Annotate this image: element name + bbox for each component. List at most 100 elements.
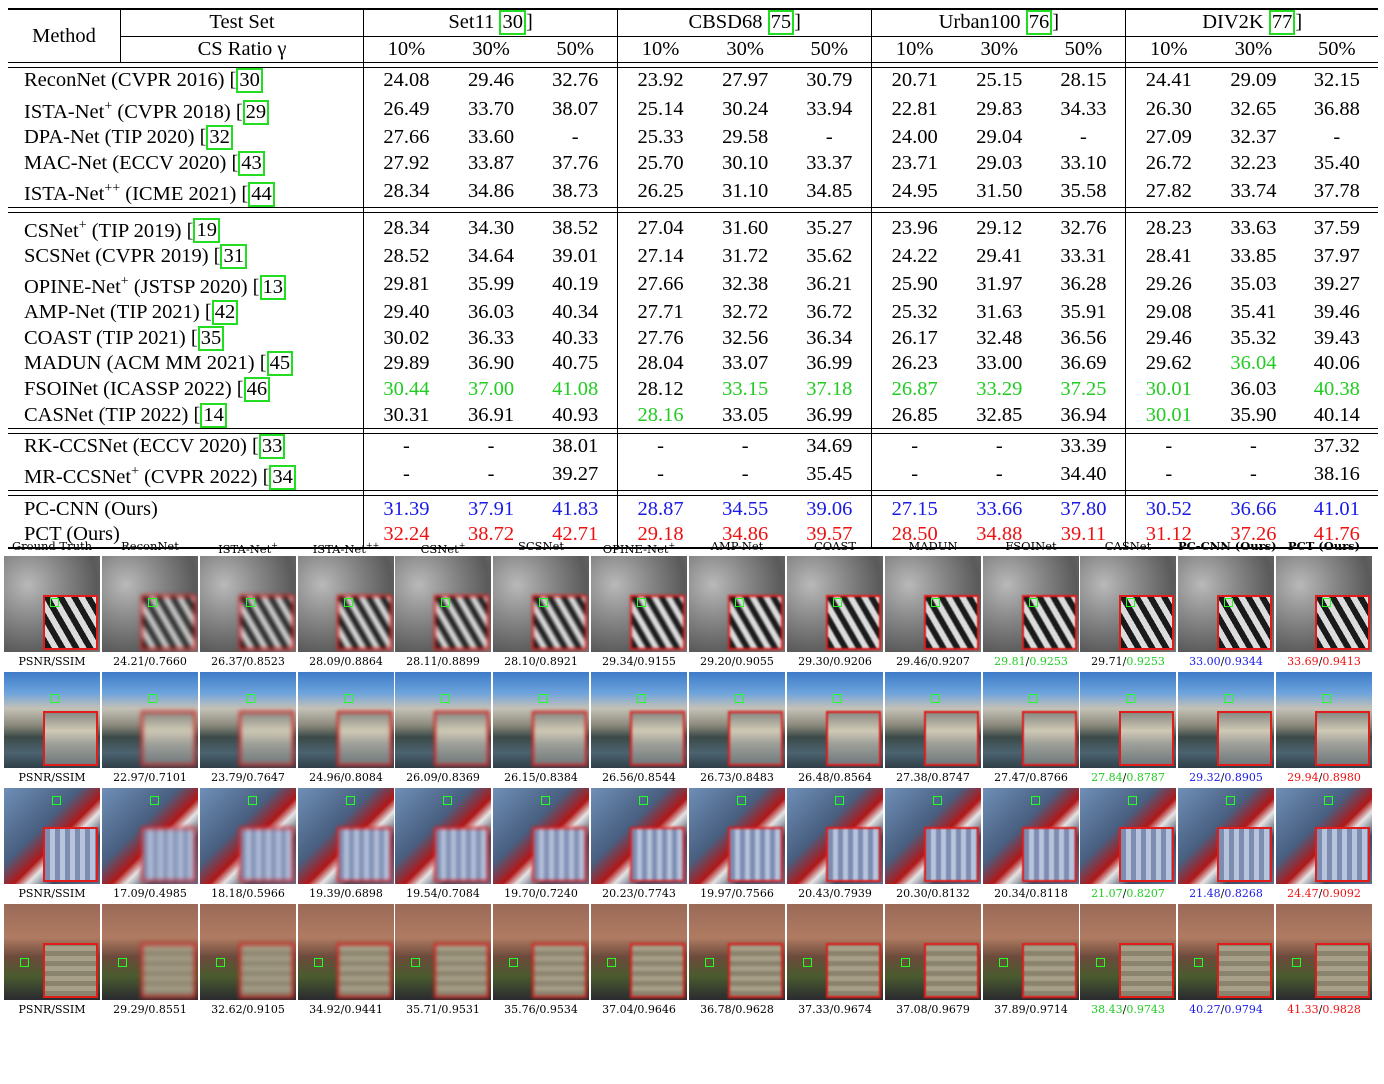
metric-value: 41.33/0.9828 — [1276, 1000, 1372, 1020]
value-text: 38.07 — [552, 97, 599, 120]
ratio-cell: 50% — [787, 36, 871, 63]
value-text: - — [1249, 463, 1257, 486]
citation-ref[interactable]: 14 — [200, 402, 227, 428]
citation-ref[interactable]: 29 — [242, 99, 270, 125]
method-caption: AMP-Net — [689, 536, 785, 556]
citation-ref[interactable]: 45 — [266, 351, 294, 377]
value-text: 37.78 — [1313, 179, 1360, 202]
metric-value: 20.23/0.7743 — [591, 884, 687, 904]
citation-ref[interactable]: 30 — [499, 10, 526, 36]
psnr-value: 24.47 — [1287, 887, 1319, 900]
ratio-text: 30% — [472, 37, 510, 60]
value-text: 24.41 — [1145, 69, 1192, 92]
ssim-value: 0.7240 — [539, 887, 578, 900]
value-cell: 36.03 — [1211, 377, 1295, 403]
zoom-inset — [728, 711, 783, 766]
value-cell: 35.62 — [787, 243, 871, 269]
value-text: 29.40 — [383, 301, 430, 324]
value-cell: 26.85 — [871, 402, 958, 429]
citation-ref[interactable]: 46 — [243, 376, 271, 402]
ssim-value: 0.9714 — [1029, 1003, 1068, 1016]
value-cell: 40.14 — [1296, 402, 1378, 428]
caption-text: OPINE-Net — [602, 541, 669, 556]
method-label: RK-CCSNet (ECCV 2020) [ — [24, 435, 259, 458]
citation-ref[interactable]: 43 — [238, 150, 265, 176]
value-text: 40.33 — [552, 326, 599, 349]
method-name: ReconNet (CVPR 2016) [30 — [8, 68, 364, 94]
value-text: 35.32 — [1230, 326, 1277, 349]
citation-ref[interactable]: 13 — [259, 274, 287, 300]
psnr-value: 29.81 — [994, 655, 1026, 668]
value-cell: - — [617, 433, 703, 460]
citation-ref[interactable]: 30 — [236, 68, 263, 94]
ssim-value: 0.8084 — [344, 771, 383, 784]
metric-value: 32.62/0.9105 — [200, 1000, 296, 1020]
citation-ref[interactable]: 35 — [197, 325, 225, 351]
value-text: 33.15 — [722, 377, 769, 400]
psnr-value: 40.27 — [1189, 1003, 1221, 1016]
ssim-value: 0.9092 — [1322, 887, 1361, 900]
value-text: 36.69 — [1060, 352, 1107, 375]
value-cell: - — [449, 459, 533, 490]
citation-ref[interactable]: 76 — [1025, 10, 1053, 36]
psnr-value: 19.97 — [700, 887, 732, 900]
roi-marker — [148, 694, 157, 703]
zoom-inset — [434, 711, 489, 766]
value-cell: 38.52 — [533, 212, 617, 243]
citation-ref[interactable]: 75 — [767, 10, 795, 36]
value-text: 31.63 — [976, 301, 1023, 324]
value-text: - — [571, 125, 579, 148]
method-venue: (CVPR 2022) [ — [138, 466, 270, 489]
citation-ref[interactable]: 33 — [258, 434, 286, 460]
value-text: 33.63 — [1230, 216, 1277, 239]
roi-marker — [344, 598, 353, 607]
image-tile — [689, 672, 785, 768]
table-row: ISTA-Net+ (CVPR 2018) [29 26.49 33.70 38.07… — [8, 93, 1378, 125]
psnr-value: 36.78 — [700, 1003, 732, 1016]
value-cell: 30.44 — [363, 376, 449, 403]
citation-ref[interactable]: 32 — [206, 124, 233, 150]
ssim-value: 0.8551 — [148, 1003, 187, 1016]
value-cell: 36.94 — [1041, 402, 1125, 428]
value-text: 30.44 — [383, 377, 430, 400]
value-text: 26.30 — [1145, 97, 1192, 120]
roi-marker — [1322, 598, 1331, 607]
citation-ref[interactable]: 42 — [211, 300, 239, 326]
value-text: - — [487, 435, 495, 458]
metric-value: 34.92/0.9441 — [298, 1000, 394, 1020]
superscript: + — [458, 541, 466, 550]
method-label: FSOINet (ICASSP 2022) [ — [24, 377, 244, 400]
value-text: 33.39 — [1060, 435, 1107, 458]
zoom-inset — [434, 827, 489, 882]
value-text: 36.99 — [806, 352, 853, 375]
value-cell: 41.08 — [533, 377, 617, 403]
zoom-inset — [532, 827, 587, 882]
citation-ref[interactable]: 34 — [269, 465, 296, 491]
roi-marker — [411, 958, 420, 967]
value-text: 22.81 — [891, 97, 938, 120]
value-text: 35.91 — [1060, 301, 1107, 324]
citation-ref[interactable]: 19 — [193, 218, 220, 244]
zoom-inset — [630, 943, 685, 998]
roi-marker — [246, 694, 255, 703]
citation-ref[interactable]: 31 — [220, 243, 247, 269]
value-text: 29.41 — [976, 244, 1023, 267]
citation-ref[interactable]: 44 — [248, 181, 275, 207]
value-cell: 29.58 — [703, 125, 787, 151]
value-text: 39.27 — [552, 463, 599, 486]
method-label: PC-CNN (Ours) — [24, 497, 158, 520]
method-name: OPINE-Net+ (JSTSP 2020) [13 — [8, 269, 364, 300]
citation-ref[interactable]: 77 — [1268, 10, 1296, 36]
roi-marker — [637, 694, 646, 703]
zoom-inset — [43, 943, 98, 998]
value-cell: 31.97 — [957, 269, 1041, 300]
psnr-value: 37.89 — [994, 1003, 1026, 1016]
value-cell: 27.66 — [617, 269, 703, 300]
psnr-value: 20.34 — [994, 887, 1026, 900]
roi-marker — [216, 958, 225, 967]
value-text: 27.92 — [383, 151, 430, 174]
value-cell: 29.03 — [957, 150, 1041, 176]
metric-row: PSNR/SSIM 17.09/0.4985 18.18/0.5966 19.39/0… — [4, 884, 1382, 904]
value-cell: 37.25 — [1041, 377, 1125, 403]
zoom-inset — [43, 827, 98, 882]
